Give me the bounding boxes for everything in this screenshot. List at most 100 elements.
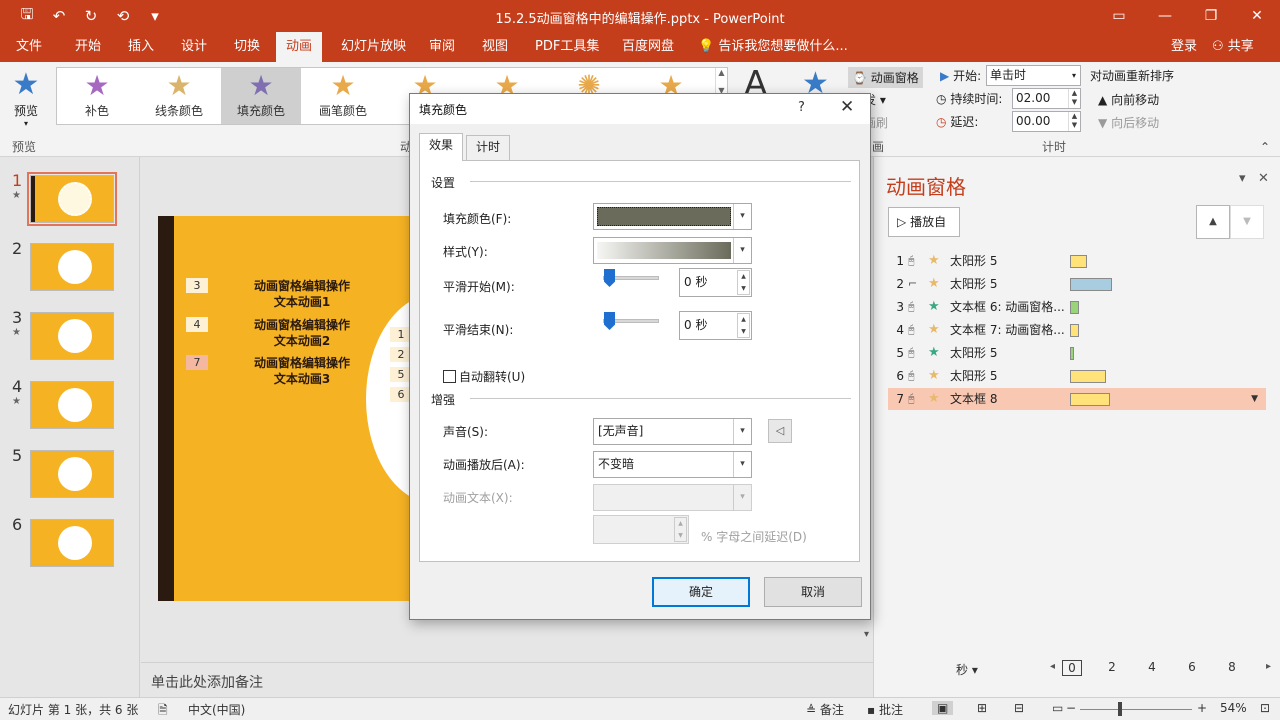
smooth-end-slider[interactable] <box>603 312 659 330</box>
language-indicator[interactable]: 中文(中国) <box>188 701 245 718</box>
tab-slideshow[interactable]: 幻灯片放映 <box>331 32 416 62</box>
after-animation-select[interactable]: 不变暗 ▾ <box>593 451 752 478</box>
minimize-icon[interactable]: — <box>1142 0 1188 32</box>
timeline-tick: 0 <box>1062 660 1082 676</box>
spinner-arrows[interactable]: ▲ ▼ <box>674 517 687 542</box>
delay-spinner[interactable]: ▲ ▼ <box>1068 112 1080 131</box>
move-later-button[interactable]: ▼ 向后移动 <box>1098 114 1159 131</box>
ribbon-options-icon[interactable]: ▭ <box>1096 0 1142 32</box>
help-icon[interactable]: ? <box>798 100 805 115</box>
animation-item[interactable]: 3 🖰 ★ 文本框 6: 动画窗格... <box>888 296 1266 318</box>
cancel-button[interactable]: 取消 <box>764 577 862 607</box>
timeline-unit[interactable]: 秒 ▾ <box>956 661 978 678</box>
spinner-arrows[interactable]: ▲ ▼ <box>737 313 750 338</box>
delay-input[interactable]: 00.00 ▲ ▼ <box>1012 111 1081 132</box>
animation-item[interactable]: 5 🖰 ★ 太阳形 5 <box>888 342 1266 364</box>
tab-pdf-tools[interactable]: PDF工具集 <box>525 32 609 62</box>
zoom-out-icon[interactable]: − <box>1066 701 1076 715</box>
slide-canvas[interactable]: 3 动画窗格编辑操作 文本动画1 4 动画窗格编辑操作 文本动画2 7 动画窗格编辑… <box>158 216 428 601</box>
slider-knob[interactable] <box>604 269 615 287</box>
gallery-item[interactable]: ★ 补色 <box>57 68 137 124</box>
share-button[interactable]: ⚇ 共享 <box>1212 32 1254 62</box>
slide-thumbnail-2[interactable] <box>30 243 114 291</box>
timeline-right-icon[interactable]: ▸ <box>1266 661 1271 672</box>
signin-link[interactable]: 登录 <box>1171 32 1197 62</box>
gallery-item[interactable]: ★ 画笔颜色 <box>303 68 383 124</box>
animation-item[interactable]: 1 🖰 ★ 太阳形 5 <box>888 250 1266 272</box>
sound-select[interactable]: [无声音] ▾ <box>593 418 752 445</box>
dialog-close-icon[interactable]: ✕ <box>840 97 854 117</box>
slide-text-line: 文本动画3 <box>273 372 331 386</box>
spinner-arrows[interactable]: ▲ ▼ <box>737 270 750 295</box>
tell-me-box[interactable]: 💡 告诉我您想要做什么... <box>698 32 848 62</box>
tab-animations[interactable]: 动画 <box>276 32 323 62</box>
tab-timing[interactable]: 计时 <box>466 135 511 160</box>
smooth-start-slider[interactable] <box>603 269 659 287</box>
tab-review[interactable]: 审阅 <box>419 32 465 62</box>
slide-sorter-icon[interactable]: ⊞ <box>977 701 987 715</box>
pane-close-icon[interactable]: ✕ <box>1258 171 1269 186</box>
duration-spinner[interactable]: ▲ ▼ <box>1068 89 1080 108</box>
tab-transitions[interactable]: 切换 <box>224 32 270 62</box>
move-up-button[interactable]: ▲ <box>1196 205 1230 239</box>
tab-effect[interactable]: 效果 <box>419 133 464 161</box>
animation-item-selected[interactable]: 7 🖰 ★ 文本框 8 ▼ <box>888 388 1266 410</box>
slide-thumbnail-6[interactable] <box>30 519 114 567</box>
tab-baidu-netdisk[interactable]: 百度网盘 <box>612 32 684 62</box>
tab-home[interactable]: 开始 <box>65 32 111 62</box>
tab-view[interactable]: 视图 <box>472 32 518 62</box>
chevron-down-icon: ▾ <box>733 419 751 444</box>
move-down-button[interactable]: ▼ <box>1230 205 1264 239</box>
auto-reverse-checkbox[interactable]: 自动翻转(U) <box>443 368 525 385</box>
pane-menu-icon[interactable]: ▾ <box>1239 171 1246 186</box>
start-select[interactable]: 单击时 ▾ <box>986 65 1081 86</box>
animation-item[interactable]: 2 ⌐ ★ 太阳形 5 <box>888 273 1266 295</box>
checkbox-box[interactable] <box>443 370 456 383</box>
section-settings: 设置 <box>431 174 460 191</box>
gallery-item[interactable]: ★ 线条颜色 <box>139 68 219 124</box>
star-icon: ★ <box>928 322 940 337</box>
zoom-slider-track[interactable] <box>1080 709 1192 710</box>
fit-to-window-icon[interactable]: ⊡ <box>1260 701 1270 715</box>
smooth-end-input[interactable]: 0 秒 ▲ ▼ <box>679 311 752 340</box>
preview-button[interactable]: ★ 预览 ▾ <box>4 68 48 130</box>
ok-button[interactable]: 确定 <box>652 577 750 607</box>
fill-color-picker[interactable]: ▾ <box>593 203 752 230</box>
notes-pane[interactable]: 单击此处添加备注 <box>141 662 873 697</box>
play-from-button[interactable]: ▷ 播放自 <box>888 207 960 237</box>
slide-thumbnail-1[interactable] <box>27 172 117 226</box>
tab-file[interactable]: 文件 <box>6 32 52 62</box>
move-earlier-button[interactable]: ▲ 向前移动 <box>1098 91 1159 108</box>
smooth-start-input[interactable]: 0 秒 ▲ ▼ <box>679 268 752 297</box>
tab-design[interactable]: 设计 <box>171 32 217 62</box>
slider-knob[interactable] <box>604 312 615 330</box>
zoom-slider-thumb[interactable] <box>1118 702 1122 716</box>
zoom-level[interactable]: 54% <box>1220 701 1247 715</box>
collapse-ribbon-icon[interactable]: ⌃ <box>1260 140 1270 154</box>
animation-item[interactable]: 6 🖰 ★ 太阳形 5 <box>888 365 1266 387</box>
letter-delay-input[interactable]: ▲ ▼ <box>593 515 689 544</box>
spellcheck-icon[interactable]: 🗎 <box>158 701 168 720</box>
slideshow-view-icon[interactable]: ▭ <box>1052 701 1063 715</box>
next-slide-icon[interactable]: ▾ <box>864 629 869 640</box>
style-select[interactable]: ▾ <box>593 237 752 264</box>
speaker-icon[interactable]: ◁ <box>768 419 792 443</box>
restore-icon[interactable]: ❐ <box>1188 0 1234 32</box>
gallery-item-selected[interactable]: ★ 填充颜色 <box>221 68 301 124</box>
tab-insert[interactable]: 插入 <box>118 32 164 62</box>
slide-thumbnail-5[interactable] <box>30 450 114 498</box>
normal-view-icon[interactable]: ▣ <box>932 701 954 715</box>
animation-item[interactable]: 4 🖰 ★ 文本框 7: 动画窗格... <box>888 319 1266 341</box>
close-icon[interactable]: ✕ <box>1234 0 1280 32</box>
item-dropdown-icon[interactable]: ▼ <box>1251 388 1258 410</box>
animate-text-select[interactable]: ▾ <box>593 484 752 511</box>
notes-toggle[interactable]: ≜ 备注 <box>806 701 844 718</box>
animation-pane-button[interactable]: ⌚ 动画窗格 <box>848 67 923 88</box>
reading-view-icon[interactable]: ⊟ <box>1014 701 1024 715</box>
zoom-in-icon[interactable]: + <box>1197 701 1207 715</box>
slide-thumbnail-4[interactable] <box>30 381 114 429</box>
comments-toggle[interactable]: ▪ 批注 <box>867 701 903 718</box>
duration-input[interactable]: 02.00 ▲ ▼ <box>1012 88 1081 109</box>
window-controls: ▭ — ❐ ✕ <box>1096 0 1280 32</box>
slide-thumbnail-3[interactable] <box>30 312 114 360</box>
